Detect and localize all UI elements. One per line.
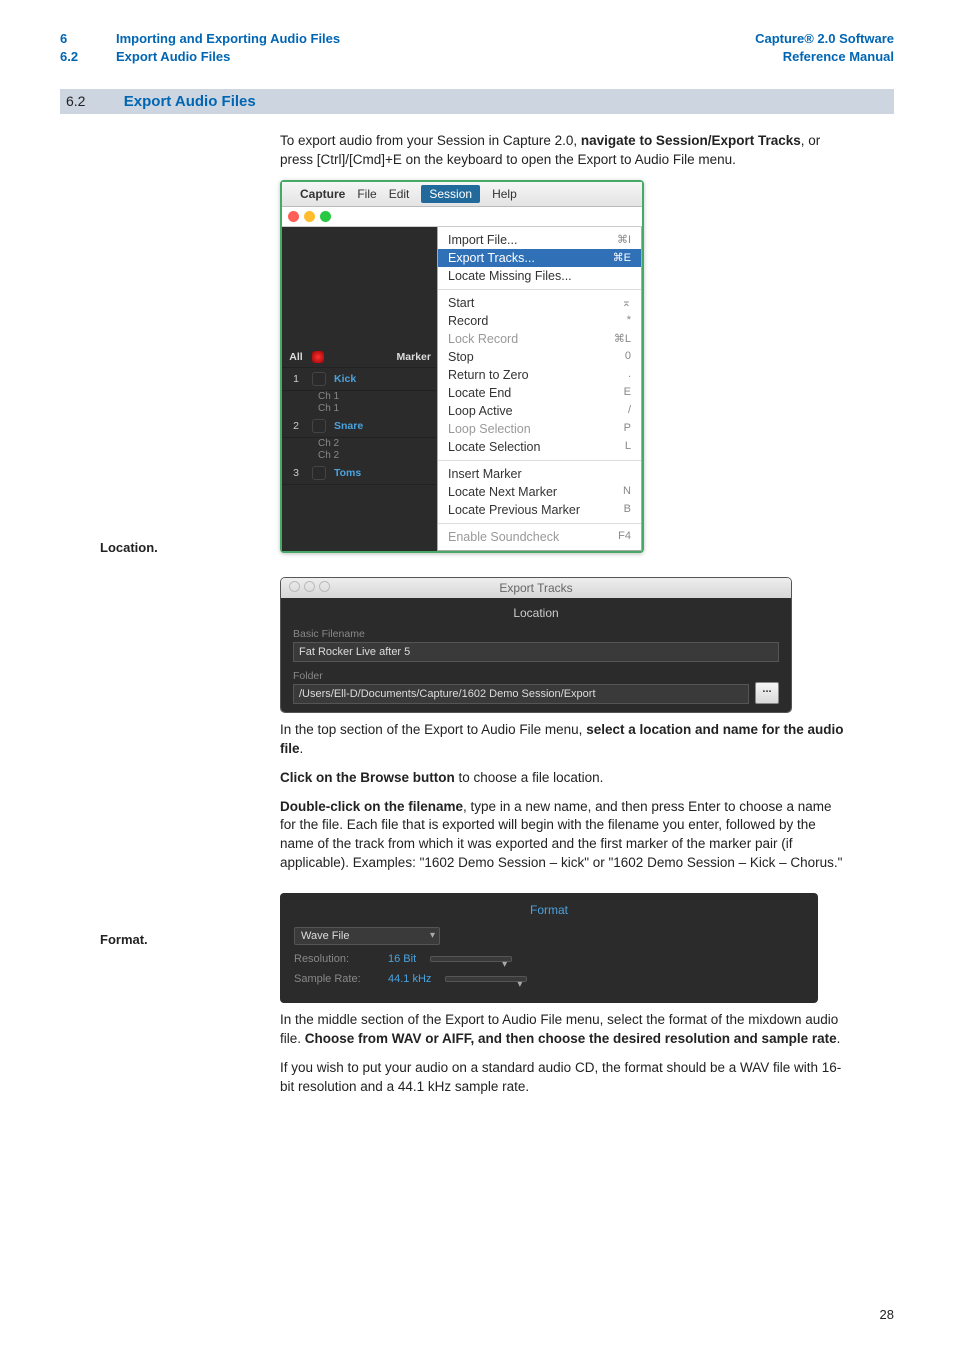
format-paragraph-2: If you wish to put your audio on a stand…: [280, 1059, 850, 1097]
mac-menu-bar: Capture File Edit Session Help: [282, 182, 642, 207]
close-icon[interactable]: [288, 211, 299, 222]
minimize-icon[interactable]: [304, 211, 315, 222]
track-row-all[interactable]: All Marker: [282, 347, 437, 368]
track-row[interactable]: 2 Snare: [282, 415, 437, 438]
track-name: Snare: [334, 420, 363, 432]
menu-item[interactable]: Export Tracks...⌘E: [438, 249, 641, 267]
location-paragraph-3: Double-click on the filename, type in a …: [280, 798, 850, 874]
track-channel: Ch 2: [318, 438, 437, 450]
track-row[interactable]: 1 Kick: [282, 368, 437, 391]
location-paragraph-1: In the top section of the Export to Audi…: [280, 721, 850, 759]
menu-item[interactable]: Locate SelectionL: [438, 438, 641, 456]
record-arm-icon[interactable]: [312, 351, 324, 363]
panel-heading-format: Format: [294, 903, 804, 917]
menu-item: Lock Record⌘L: [438, 330, 641, 348]
section-heading-bar: 6.2 Export Audio Files: [60, 89, 894, 114]
record-arm-icon[interactable]: [312, 419, 326, 433]
track-row[interactable]: 3 Toms: [282, 462, 437, 485]
track-name: Kick: [334, 373, 356, 385]
menu-item[interactable]: Stop0: [438, 348, 641, 366]
format-paragraph-1: In the middle section of the Export to A…: [280, 1011, 850, 1049]
doc-type: Reference Manual: [755, 48, 894, 66]
track-number: 3: [288, 467, 304, 479]
panel-heading-location: Location: [293, 606, 779, 620]
intro-bold-nav: navigate to Session/Export Tracks: [581, 133, 801, 148]
menu-item[interactable]: Record*: [438, 312, 641, 330]
section-heading-title: Export Audio Files: [124, 93, 256, 110]
menu-item[interactable]: Locate Next MarkerN: [438, 483, 641, 501]
folder-path-input[interactable]: /Users/Ell-D/Documents/Capture/1602 Demo…: [293, 684, 749, 704]
side-label-location: Location.: [100, 540, 158, 555]
menu-item[interactable]: Locate Missing Files...: [438, 267, 641, 285]
file-type-select[interactable]: Wave File: [294, 927, 440, 945]
menu-session[interactable]: Session: [421, 185, 480, 203]
menu-item[interactable]: Locate Previous MarkerB: [438, 501, 641, 519]
header-left: 6 6.2 Importing and Exporting Audio File…: [60, 30, 340, 65]
session-menu-screenshot: Capture File Edit Session Help All: [280, 180, 644, 553]
sample-rate-value: 44.1 kHz: [388, 973, 431, 985]
chapter-title: Importing and Exporting Audio Files: [116, 30, 340, 48]
export-format-panel: Format Wave File Resolution: 16 Bit Samp…: [280, 893, 818, 1003]
menu-file[interactable]: File: [357, 187, 376, 201]
record-arm-icon[interactable]: [312, 372, 326, 386]
section-title-header: Export Audio Files: [116, 48, 340, 66]
chapter-number: 6: [60, 30, 116, 48]
menu-item[interactable]: Start⌅: [438, 294, 641, 312]
window-traffic-lights: [282, 207, 642, 227]
resolution-label: Resolution:: [294, 953, 374, 965]
session-dropdown: Import File...⌘IExport Tracks...⌘ELocate…: [437, 227, 642, 551]
intro-paragraph: To export audio from your Session in Cap…: [280, 132, 850, 170]
menu-item[interactable]: Import File...⌘I: [438, 231, 641, 249]
section-heading-number: 6.2: [66, 93, 120, 109]
browse-button[interactable]: ...: [755, 682, 779, 704]
menu-item[interactable]: Locate EndE: [438, 384, 641, 402]
export-location-panel: Export Tracks Location Basic Filename Fa…: [280, 577, 792, 713]
menu-edit[interactable]: Edit: [389, 187, 410, 201]
track-name: Toms: [334, 467, 361, 479]
track-number: 2: [288, 420, 304, 432]
resolution-value: 16 Bit: [388, 953, 416, 965]
header-right: Capture® 2.0 Software Reference Manual: [755, 30, 894, 65]
basic-filename-input[interactable]: Fat Rocker Live after 5: [293, 642, 779, 662]
side-label-format: Format.: [100, 932, 148, 947]
intro-text: To export audio from your Session in Cap…: [280, 133, 581, 148]
menu-item: Loop SelectionP: [438, 420, 641, 438]
menu-item[interactable]: Loop Active/: [438, 402, 641, 420]
menu-app[interactable]: Capture: [300, 187, 345, 201]
menu-item[interactable]: Return to Zero.: [438, 366, 641, 384]
track-channel: Ch 1: [318, 391, 437, 403]
window-title: Export Tracks: [499, 581, 572, 595]
menu-item: Enable SoundcheckF4: [438, 528, 641, 546]
folder-label: Folder: [293, 670, 779, 682]
product-title: Capture® 2.0 Software: [755, 30, 894, 48]
resolution-select[interactable]: [430, 956, 512, 962]
menu-item[interactable]: Insert Marker: [438, 465, 641, 483]
record-arm-icon[interactable]: [312, 466, 326, 480]
track-channel: Ch 2: [318, 450, 437, 462]
window-titlebar: Export Tracks: [281, 578, 791, 598]
marker-label: Marker: [397, 351, 431, 363]
track-all-label: All: [288, 351, 304, 363]
section-number: 6.2: [60, 48, 116, 66]
page-number: 28: [880, 1307, 894, 1322]
track-list-panel: All Marker 1 Kick Ch 1: [282, 227, 437, 551]
zoom-icon[interactable]: [320, 211, 331, 222]
sample-rate-label: Sample Rate:: [294, 973, 374, 985]
basic-filename-label: Basic Filename: [293, 628, 779, 640]
menu-help[interactable]: Help: [492, 187, 517, 201]
location-paragraph-2: Click on the Browse button to choose a f…: [280, 769, 850, 788]
track-number: 1: [288, 373, 304, 385]
track-channel: Ch 1: [318, 403, 437, 415]
page-header: 6 6.2 Importing and Exporting Audio File…: [60, 30, 894, 65]
sample-rate-select[interactable]: [445, 976, 527, 982]
